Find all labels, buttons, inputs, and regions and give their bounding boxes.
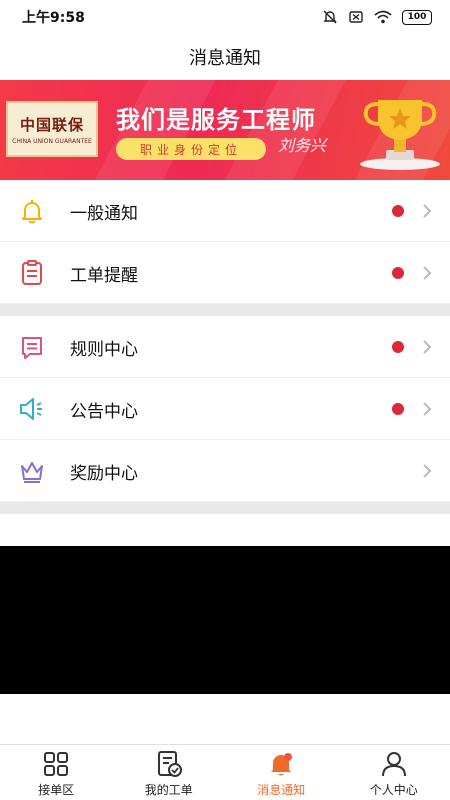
- tab-order-area[interactable]: 接单区: [0, 745, 113, 800]
- tab-label: 我的工单: [144, 783, 193, 797]
- chevron-right-icon: [423, 204, 432, 218]
- chevron-right-icon: [423, 402, 432, 416]
- banner-logo: 中国联保 CHINA UNION GUARANTEE: [6, 101, 98, 157]
- bell-filled-icon: [271, 753, 293, 776]
- wifi-icon: [374, 10, 392, 24]
- speaker-icon: [20, 398, 42, 420]
- row-label: 规则中心: [70, 339, 138, 360]
- tab-personal-center[interactable]: 个人中心: [338, 745, 450, 800]
- message-group-2: 规则中心 公告中心 奖励中心: [0, 316, 450, 502]
- row-general-notice[interactable]: 一般通知: [0, 180, 450, 242]
- row-rules-center[interactable]: 规则中心: [0, 316, 450, 378]
- section-divider: [0, 502, 450, 514]
- banner-pill: 职业身份定位: [116, 138, 266, 160]
- banner-title: 我们是服务工程师: [116, 106, 316, 134]
- status-bar: 上午9:58 100: [0, 0, 450, 34]
- row-label: 一般通知: [70, 203, 138, 224]
- bell-icon: [22, 200, 42, 224]
- sim-blocked-icon: [349, 11, 363, 23]
- chevron-right-icon: [423, 464, 432, 478]
- unread-dot: [392, 205, 404, 217]
- row-announcement-center[interactable]: 公告中心: [0, 378, 450, 440]
- tab-label: 消息通知: [257, 783, 306, 797]
- unread-dot: [392, 267, 404, 279]
- chevron-right-icon: [423, 266, 432, 280]
- row-label: 公告中心: [70, 401, 138, 422]
- banner-signature: 刘务兴: [278, 136, 327, 155]
- tab-label: 个人中心: [369, 783, 418, 797]
- status-icons: 100: [322, 9, 432, 25]
- section-divider: [0, 304, 450, 316]
- page-title: 消息通知: [189, 48, 261, 69]
- tab-notifications[interactable]: 消息通知: [225, 745, 338, 800]
- grid-icon: [44, 752, 69, 776]
- promo-banner[interactable]: 中国联保 CHINA UNION GUARANTEE 我们是服务工程师 职业身份…: [0, 80, 450, 180]
- tab-my-orders[interactable]: 我的工单: [113, 745, 226, 800]
- chevron-right-icon: [423, 340, 432, 354]
- tab-label: 接单区: [38, 783, 75, 797]
- unread-dot: [392, 403, 404, 415]
- bottom-tab-bar: 接单区 我的工单 消息通知 个人中心: [0, 744, 450, 800]
- person-icon: [381, 752, 406, 777]
- blank-content-area: [0, 546, 450, 694]
- row-work-order-reminder[interactable]: 工单提醒: [0, 242, 450, 304]
- clipboard-icon: [22, 260, 42, 285]
- unread-dot: [392, 341, 404, 353]
- crown-icon: [21, 462, 43, 483]
- row-label: 奖励中心: [70, 463, 138, 484]
- trophy-icon: [360, 100, 440, 170]
- row-label: 工单提醒: [70, 265, 138, 286]
- mute-bell-icon: [323, 10, 337, 24]
- message-group-1: 一般通知 工单提醒: [0, 180, 450, 304]
- battery-icon: 100: [402, 9, 432, 25]
- book-icon: [22, 337, 42, 359]
- status-time: 上午9:58: [22, 10, 85, 26]
- row-rewards-center[interactable]: 奖励中心: [0, 440, 450, 502]
- order-check-icon: [157, 751, 182, 777]
